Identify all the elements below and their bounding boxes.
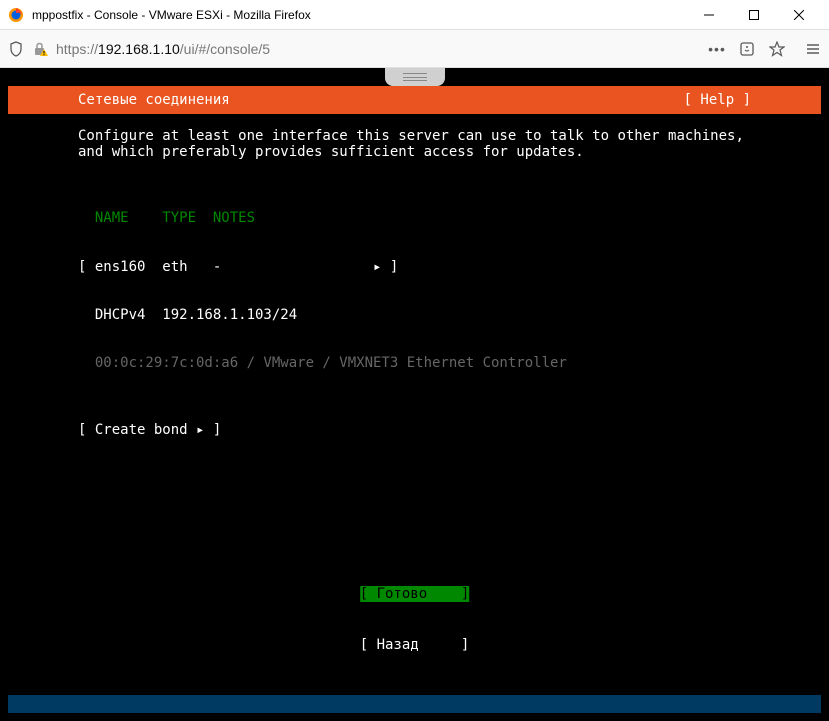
page-actions-icon[interactable]: ••• [709,41,725,57]
terminal-body[interactable]: Configure at least one interface this se… [8,114,821,695]
window-controls [686,0,821,30]
description-line2: and which preferably provides sufficient… [78,144,751,160]
window-title: mppostfix - Console - VMware ESXi - Mozi… [32,8,686,22]
console-pull-tab[interactable] [385,68,445,86]
bottom-buttons: [ Готово ] [ Назад ] [360,553,470,687]
toolbar-right: ••• [709,41,821,57]
create-bond-button[interactable]: [ Create bond ▸ ] [78,422,751,438]
header-title: Сетевые соединения [78,92,230,108]
minimize-button[interactable] [686,0,731,30]
url-domain: 192.168.1.10 [98,41,180,57]
dhcp-row: DHCPv4 192.168.1.103/24 [78,307,751,323]
browser-toolbar: https://192.168.1.10/ui/#/console/5 ••• [0,30,829,68]
console-container: Сетевые соединения [ Help ] Configure at… [0,68,829,721]
reader-mode-icon[interactable] [739,41,755,57]
window-titlebar: mppostfix - Console - VMware ESXi - Mozi… [0,0,829,30]
url-path: /ui/#/console/5 [180,41,270,57]
console-inner: Сетевые соединения [ Help ] Configure at… [8,86,821,713]
footer-bar [8,695,821,713]
url-prefix: https:// [56,41,98,57]
back-button[interactable]: [ Назад ] [360,637,470,653]
close-button[interactable] [776,0,821,30]
firefox-icon [8,7,24,23]
maximize-button[interactable] [731,0,776,30]
interface-row[interactable]: [ ens160 eth - ▸ ] [78,259,751,275]
tracking-protection-icon[interactable] [8,41,24,57]
description-line1: Configure at least one interface this se… [78,128,751,144]
hamburger-menu-icon[interactable] [805,41,821,57]
help-button[interactable]: [ Help ] [684,92,751,108]
lock-warning-icon[interactable] [32,41,48,57]
interface-table: NAME TYPE NOTES [ ens160 eth - ▸ ] DHCPv… [78,178,751,403]
done-button[interactable]: [ Готово ] [360,586,470,602]
url-bar[interactable]: https://192.168.1.10/ui/#/console/5 [56,35,701,63]
bookmark-icon[interactable] [769,41,785,57]
description: Configure at least one interface this se… [78,128,751,160]
mac-row: 00:0c:29:7c:0d:a6 / VMware / VMXNET3 Eth… [78,355,751,371]
installer-header: Сетевые соединения [ Help ] [8,86,821,114]
table-header: NAME TYPE NOTES [78,210,751,226]
